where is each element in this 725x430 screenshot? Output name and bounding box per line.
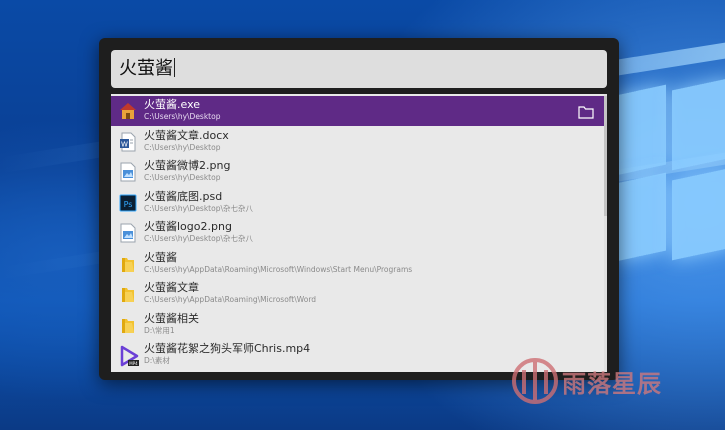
result-title: 火萤酱文章: [144, 281, 199, 294]
result-title: 火萤酱花絮之狗头军师Chris.mp4: [144, 342, 311, 355]
result-title: 火萤酱底图.psd: [144, 189, 223, 203]
result-item[interactable]: 火萤酱logo2.png C:\Users\hy\Desktop\杂七杂八: [111, 218, 604, 248]
search-query[interactable]: 火萤酱: [119, 58, 173, 79]
search-input[interactable]: 火萤酱: [119, 58, 175, 80]
result-path: D:\常用1: [144, 325, 175, 335]
result-item[interactable]: 火萤酱微博2.png C:\Users\hy\Desktop: [111, 157, 604, 187]
windows-logo: [610, 70, 725, 280]
result-path: C:\Users\hy\Desktop\杂七杂八: [144, 203, 253, 213]
result-path: C:\Users\hy\AppData\Roaming\Microsoft\Wo…: [144, 295, 317, 304]
svg-text:Ps: Ps: [124, 200, 133, 209]
result-title: 火萤酱相关: [144, 311, 199, 325]
result-title: 火萤酱.exe: [144, 98, 201, 111]
result-title: 火萤酱logo2.png: [144, 220, 232, 233]
video-file-icon: MP4: [119, 345, 139, 367]
svg-text:MP4: MP4: [129, 361, 138, 366]
search-box[interactable]: 火萤酱: [111, 50, 607, 88]
result-path: D:\素材: [144, 356, 170, 365]
word-doc-icon: W: [119, 132, 137, 152]
result-item[interactable]: 火萤酱 C:\Users\hy\AppData\Roaming\Microsoft…: [111, 249, 604, 279]
open-folder-icon[interactable]: [578, 104, 594, 119]
text-caret: [174, 58, 175, 77]
result-path: C:\Users\hy\Desktop: [144, 173, 221, 182]
result-item[interactable]: W 火萤酱文章.docx C:\Users\hy\Desktop: [111, 127, 604, 157]
result-item[interactable]: 火萤酱.exe C:\Users\hy\Desktop: [111, 96, 604, 126]
results-list: MP4 火萤酱花絮之狗头军师Chris.mp4 D:\素材 火萤酱相关 D:\常用1 火萤…: [111, 94, 607, 372]
result-item[interactable]: Ps 火萤酱底图.psd C:\Users\hy\Desktop\杂七杂八: [111, 188, 604, 218]
result-path: C:\Users\hy\AppData\Roaming\Microsoft\Wi…: [144, 264, 413, 274]
watermark-text: 雨落星辰: [562, 370, 662, 398]
photoshop-file-icon: Ps: [119, 193, 137, 213]
result-title: 火萤酱微博2.png: [144, 159, 231, 172]
image-file-icon: [119, 223, 137, 243]
result-path: C:\Users\hy\Desktop: [144, 142, 221, 152]
app-exe-icon: [119, 101, 137, 121]
svg-text:W: W: [121, 140, 128, 148]
result-path: C:\Users\hy\Desktop\杂七杂八: [144, 234, 253, 243]
scrollbar-thumb[interactable]: [604, 96, 607, 216]
result-item[interactable]: 火萤酱相关 D:\常用1: [111, 310, 604, 340]
watermark-logo-icon: [512, 358, 558, 404]
folder-icon: [119, 284, 137, 304]
launcher-window: 火萤酱 MP4 火萤酱花絮之狗头军师Chris.mp4 D:\素材 火萤酱相关 D:\常…: [99, 38, 619, 380]
image-file-icon: [119, 162, 137, 182]
scrollbar[interactable]: [604, 94, 607, 372]
result-path: C:\Users\hy\Desktop: [144, 112, 221, 121]
result-item[interactable]: 火萤酱文章 C:\Users\hy\AppData\Roaming\Microso…: [111, 279, 604, 309]
folder-icon: [119, 254, 137, 274]
result-title: 火萤酱文章.docx: [144, 128, 229, 142]
watermark: 雨落星辰: [508, 352, 688, 410]
folder-icon: [119, 315, 137, 335]
result-title: 火萤酱: [144, 250, 177, 264]
